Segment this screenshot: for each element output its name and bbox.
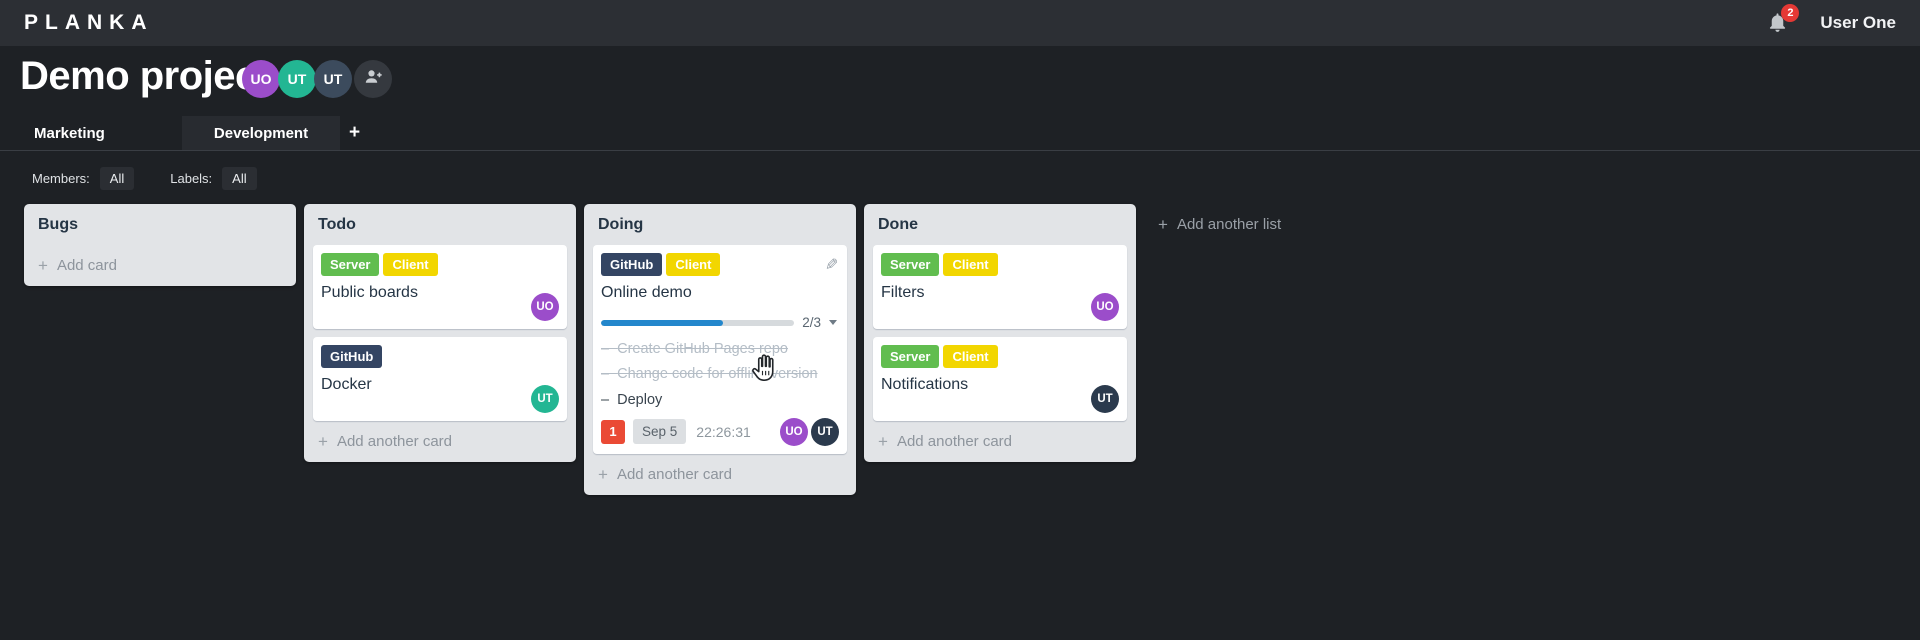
add-board-button[interactable]: + [349,116,360,150]
filter-bar: Members: All Labels: All [32,167,257,190]
tab-marketing[interactable]: Marketing [34,116,105,150]
topbar: PLANKA 2 User One [0,0,1920,46]
card-title: Filters [881,284,925,301]
due-date-badge: Sep 5 [633,419,687,445]
avatar[interactable]: UO [242,60,280,98]
list-doing: Doing GitHub Client ✎ Online demo 2/3 C [584,204,856,495]
card-public-boards[interactable]: Server Client Public boards UO [313,245,567,329]
progress-bar [601,319,795,326]
list-name[interactable]: Todo [313,214,567,245]
card-docker[interactable]: GitHub Docker UT [313,337,567,421]
add-card-button[interactable]: + Add another card [873,431,1127,454]
avatar[interactable]: UT [531,385,559,413]
planka-logo[interactable]: PLANKA [24,11,154,35]
label-client: Client [943,253,998,276]
plus-icon: + [598,464,608,484]
add-card-label: Add another card [616,465,733,483]
add-card-label: Add another card [896,433,1013,450]
avatar[interactable]: UO [531,293,559,321]
progress-count: 2/3 [802,315,821,330]
label-github: GitHub [321,345,383,368]
list-name[interactable]: Bugs [33,214,287,245]
avatar[interactable]: UO [1091,293,1119,321]
timer-badge: 22:26:31 [696,423,751,440]
task-item: Change code for offline version [601,364,839,384]
card-filters[interactable]: Server Client Filters UO [873,245,1127,329]
project-title[interactable]: Demo project [20,54,270,99]
plus-icon: + [38,256,48,275]
card-members: UO UT [780,417,839,446]
label-client: Client [666,253,721,276]
card-online-demo[interactable]: GitHub Client ✎ Online demo 2/3 Create G… [593,245,847,454]
task-item: Create GitHub Pages repo [601,339,839,359]
edit-card-icon[interactable]: ✎ [825,255,838,275]
label-client: Client [383,253,438,276]
task-list: Create GitHub Pages repo Change code for… [601,339,839,410]
tab-development[interactable]: Development [182,116,340,150]
add-list-label: Add another list [1176,216,1282,233]
list-bugs: Bugs + Add card [24,204,296,286]
add-card-label: Add another card [336,433,453,450]
list-name[interactable]: Doing [593,214,847,245]
label-client: Client [943,345,998,368]
avatar[interactable]: UT [278,60,316,98]
label-server: Server [881,253,940,276]
add-card-button[interactable]: + Add card [33,255,287,278]
members-filter-label: Members: [32,171,90,186]
chevron-down-icon[interactable] [829,320,837,325]
label-github: GitHub [601,253,663,276]
plus-icon: + [318,432,328,451]
avatar[interactable]: UT [811,417,839,446]
plus-icon: + [1158,215,1168,234]
board-tabs: Marketing Development + [0,116,1920,151]
card-title: Public boards [321,284,418,301]
card-badges: 1 Sep 5 22:26:31 UO UT [601,417,839,446]
labels-filter-value[interactable]: All [222,167,257,190]
board: Bugs + Add card Todo Server Client Publi… [24,204,1281,495]
list-name[interactable]: Done [873,214,1127,245]
label-server: Server [321,253,380,276]
notification-count-badge: 2 [1781,4,1800,22]
label-server: Server [881,345,940,368]
topbar-right: 2 User One [1766,4,1896,35]
card-notification-badge: 1 [601,419,625,444]
list-todo: Todo Server Client Public boards UO GitH… [304,204,576,462]
labels-filter-label: Labels: [170,171,213,186]
add-list-button[interactable]: + Add another list [1158,216,1281,233]
card-notifications[interactable]: Server Client Notifications UT [873,337,1127,421]
add-card-label: Add card [56,257,117,274]
notifications-button[interactable]: 2 [1766,4,1800,35]
list-done: Done Server Client Filters UO Server Cli… [864,204,1136,462]
user-menu[interactable]: User One [1820,13,1896,33]
add-card-button[interactable]: + Add another card [593,464,847,487]
add-member-button[interactable] [354,60,392,98]
project-members: UO UT UT [242,60,392,98]
plus-icon: + [878,432,888,451]
tasks-progress: 2/3 [601,315,839,330]
card-title: Docker [321,376,372,393]
progress-fill [601,319,723,326]
task-item: Deploy [601,390,839,410]
avatar[interactable]: UO [780,417,808,446]
members-filter-value[interactable]: All [99,167,135,190]
avatar[interactable]: UT [1091,385,1119,413]
add-card-button[interactable]: + Add another card [313,431,567,454]
bell-icon [1766,13,1789,39]
avatar[interactable]: UT [314,60,352,98]
card-title: Online demo [601,284,692,301]
person-add-icon [363,67,383,92]
card-title: Notifications [881,376,969,393]
